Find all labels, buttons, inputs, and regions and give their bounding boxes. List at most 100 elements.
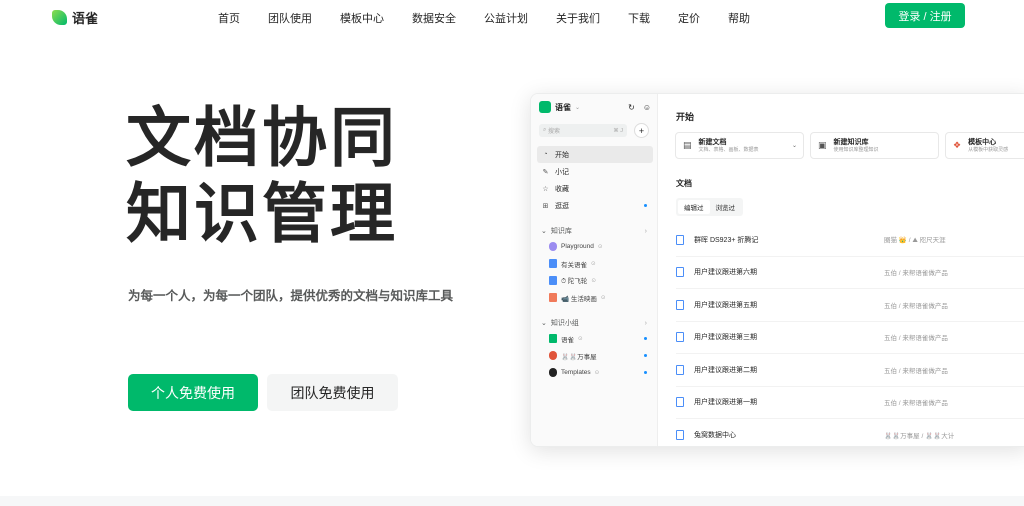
list-item[interactable]: 用户建议跟进第一期 五伯 / 来帮语雀做产品 <box>676 387 1024 419</box>
quick-cards: ▤ 新建文档 文档、表格、画板、数据表 ⌄ ▣ 新建知识库 使用知识库整理知识 … <box>675 132 1024 159</box>
team-item-label: Templates <box>561 369 591 376</box>
sidebar-header: 语雀 ⌄ ↻ ☺ <box>539 101 651 113</box>
refresh-icon[interactable]: ↻ <box>628 103 635 112</box>
list-item[interactable]: 用户建议跟进第六期 五伯 / 来帮语雀做产品 <box>676 257 1024 289</box>
top-nav: 语雀 首页 团队使用 模板中心 数据安全 公益计划 关于我们 下载 定价 帮助 … <box>0 0 1024 34</box>
nav-link-templates[interactable]: 模板中心 <box>340 10 384 26</box>
add-button[interactable]: + <box>634 123 649 138</box>
app-logo-icon <box>539 101 551 113</box>
team-item-wanshiwu[interactable]: 🐰🐰万事屋 <box>537 347 653 364</box>
unread-dot <box>644 204 647 207</box>
doc-icon <box>676 429 684 440</box>
doc-source: 五伯 / 来帮语雀做产品 <box>884 335 948 343</box>
logo-text: 语雀 <box>72 11 99 26</box>
sidebar-group-teams[interactable]: ⌄ 知识小组 › <box>537 316 653 330</box>
doc-source: 五伯 / 来帮语雀做产品 <box>884 270 948 278</box>
doc-name: 用户建议跟进第六期 <box>694 269 757 277</box>
team-item-yuque[interactable]: 语雀 ⊙ <box>537 330 653 347</box>
search-shortcut: ⌘ J <box>613 127 623 134</box>
team-free-button[interactable]: 团队免费使用 <box>267 374 398 411</box>
bottom-band <box>0 496 1024 506</box>
kb-item-label: 📹 生活映画 <box>561 295 597 303</box>
sidebar-item-start[interactable]: ◔ 开始 <box>537 146 653 163</box>
page: 语雀 首页 团队使用 模板中心 数据安全 公益计划 关于我们 下载 定价 帮助 … <box>0 0 1024 506</box>
unread-dot <box>644 337 647 340</box>
doc-icon <box>676 364 684 375</box>
doc-source: 五伯 / 来帮语雀做产品 <box>884 302 948 310</box>
app-preview: 语雀 ⌄ ↻ ☺ ⌕ 搜索 ⌘ J + ◔ 开始 ✎ 小记 ☆ 收藏 ⊞ 逛逛 … <box>530 93 1024 447</box>
personal-free-button[interactable]: 个人免费使用 <box>128 374 258 411</box>
team-item-label: 语雀 <box>561 336 574 344</box>
plus-icon: + <box>638 125 645 136</box>
nav-link-security[interactable]: 数据安全 <box>412 10 456 26</box>
nav-link-pricing[interactable]: 定价 <box>678 10 700 26</box>
list-item[interactable]: 用户建议跟进第二期 五伯 / 来帮语雀做产品 <box>676 354 1024 387</box>
sidebar-group-knowledge-base[interactable]: ⌄ 知识库 › <box>537 224 653 238</box>
sidebar-item-notes[interactable]: ✎ 小记 <box>537 163 653 180</box>
doc-source: 五伯 / 来帮语雀做产品 <box>884 400 948 408</box>
nav-link-charity[interactable]: 公益计划 <box>484 10 528 26</box>
team-item-templates[interactable]: Templates ⊙ <box>537 364 653 381</box>
docs-list: 群晖 DS923+ 折腾记 圈猫 👑 / ⛰ 咫尺天涯 用户建议跟进第六期 五伯… <box>676 224 1024 446</box>
doc-icon <box>676 234 684 245</box>
kb-item-about-yuque[interactable]: 有关语雀 ⊙ <box>537 255 653 272</box>
sidebar-item-favorites[interactable]: ☆ 收藏 <box>537 180 653 197</box>
nav-link-help[interactable]: 帮助 <box>728 10 750 26</box>
leaf-logo-icon <box>52 10 67 25</box>
list-item[interactable]: 群晖 DS923+ 折腾记 圈猫 👑 / ⛰ 咫尺天涯 <box>676 224 1024 257</box>
login-register-button[interactable]: 登录 / 注册 <box>885 3 965 28</box>
chevron-down-icon[interactable]: ⌄ <box>792 142 797 149</box>
card-title: 新建知识库 <box>833 138 869 146</box>
sidebar-items: ◔ 开始 ✎ 小记 ☆ 收藏 ⊞ 逛逛 ⌄ 知识库 › Playground ⊙… <box>537 146 653 381</box>
lock-icon: ⊙ <box>594 369 600 376</box>
kb-item-label: Playground <box>561 243 594 250</box>
lock-icon: ⊙ <box>597 243 603 250</box>
app-main: 开始 ▤ 新建文档 文档、表格、画板、数据表 ⌄ ▣ 新建知识库 使用知识库整理… <box>658 94 1024 446</box>
pen-icon: ✎ <box>542 168 549 176</box>
app-name: 语雀 <box>555 102 571 112</box>
chevron-down-icon[interactable]: ⌄ <box>575 104 580 111</box>
nav-link-about[interactable]: 关于我们 <box>556 10 600 26</box>
hero-subtitle: 为每一个人，为每一个团队，提供优秀的文档与知识库工具 <box>128 289 454 303</box>
lock-icon: ⊙ <box>600 294 606 301</box>
book-icon <box>549 293 557 302</box>
lock-icon: ⊙ <box>578 335 583 342</box>
avatar[interactable]: ☺ <box>643 103 651 112</box>
search-input[interactable]: ⌕ 搜索 ⌘ J <box>539 124 627 137</box>
card-text: 模板中心 从模板中获取灵感 <box>968 138 1008 154</box>
card-new-kb[interactable]: ▣ 新建知识库 使用知识库整理知识 <box>810 132 939 159</box>
team-item-label: 🐰🐰万事屋 <box>561 353 597 361</box>
unread-dot <box>644 354 647 357</box>
list-item[interactable]: 用户建议跟进第五期 五伯 / 来帮语雀做产品 <box>676 289 1024 322</box>
nav-link-home[interactable]: 首页 <box>218 10 240 26</box>
nav-links: 首页 团队使用 模板中心 数据安全 公益计划 关于我们 下载 定价 帮助 <box>218 10 778 26</box>
list-item[interactable]: 兔窝数据中心 🐰🐰万事屋 / 🐰🐰大计 <box>676 419 1024 446</box>
nav-link-download[interactable]: 下载 <box>628 10 650 26</box>
group-label: 知识小组 <box>550 320 579 327</box>
tab-edited[interactable]: 编辑过 <box>678 200 710 214</box>
app-sidebar: 语雀 ⌄ ↻ ☺ ⌕ 搜索 ⌘ J + ◔ 开始 ✎ 小记 ☆ 收藏 ⊞ 逛逛 … <box>531 94 658 446</box>
tab-viewed[interactable]: 浏览过 <box>710 200 742 214</box>
chevron-down-icon: ⌄ <box>541 228 547 235</box>
doc-source: 五伯 / 来帮语雀做产品 <box>884 367 948 375</box>
kb-item-playground[interactable]: Playground ⊙ <box>537 238 653 255</box>
logo[interactable]: 语雀 <box>52 8 98 27</box>
kb-item-life-film[interactable]: 📹 生活映画 ⊙ <box>537 289 653 306</box>
card-desc: 文档、表格、画板、数据表 <box>698 146 759 153</box>
doc-source: 圈猫 👑 / ⛰ 咫尺天涯 <box>884 237 946 245</box>
bunny-icon <box>549 351 557 360</box>
card-desc: 使用知识库整理知识 <box>833 146 879 153</box>
clock-icon: ◔ <box>543 151 548 158</box>
book-icon <box>549 259 557 268</box>
docs-tabs: 编辑过 浏览过 <box>676 198 743 216</box>
kb-item-tourbillon[interactable]: ⏱ 陀飞轮 ⊙ <box>537 272 653 289</box>
card-text: 新建知识库 使用知识库整理知识 <box>834 138 879 154</box>
group-label: 知识库 <box>550 228 572 235</box>
card-new-doc[interactable]: ▤ 新建文档 文档、表格、画板、数据表 ⌄ <box>675 132 804 159</box>
card-template-center[interactable]: ❖ 模板中心 从模板中获取灵感 <box>945 132 1024 159</box>
list-item[interactable]: 用户建议跟进第三期 五伯 / 来帮语雀做产品 <box>676 322 1024 354</box>
nav-link-team[interactable]: 团队使用 <box>268 10 312 26</box>
unread-dot <box>644 371 647 374</box>
sidebar-item-explore[interactable]: ⊞ 逛逛 <box>537 197 653 214</box>
new-kb-icon: ▣ <box>818 140 827 150</box>
